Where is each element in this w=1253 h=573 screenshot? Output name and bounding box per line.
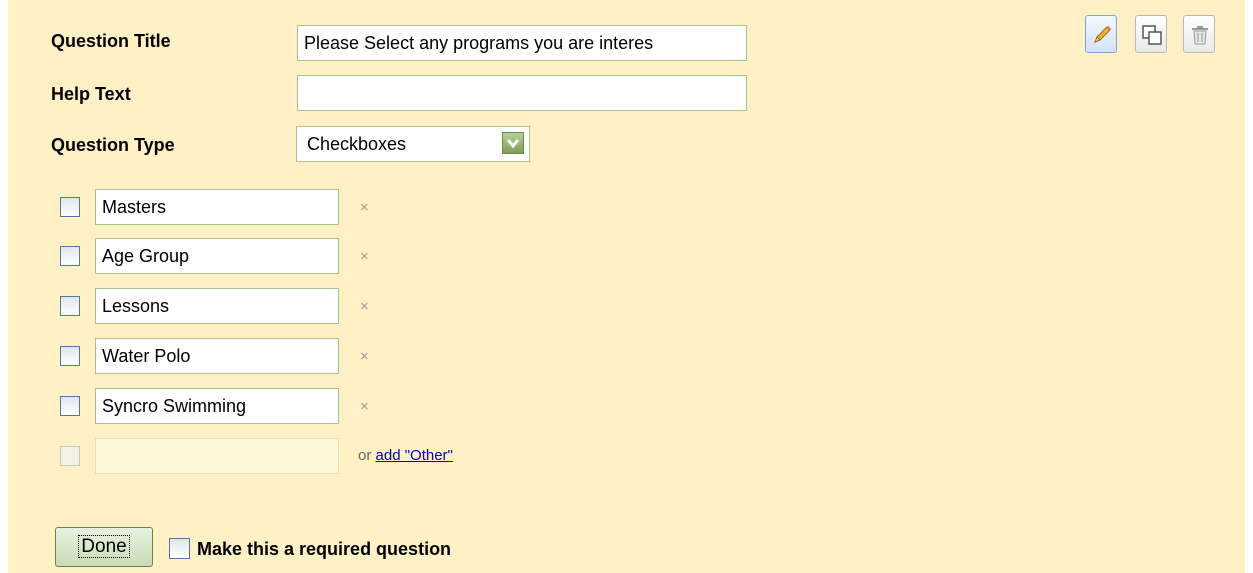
option-checkbox[interactable] [60, 296, 80, 316]
option-checkbox[interactable] [60, 246, 80, 266]
duplicate-button[interactable] [1135, 15, 1167, 53]
option-input[interactable] [95, 288, 339, 324]
required-question-label[interactable]: Make this a required question [197, 539, 451, 560]
delete-button[interactable] [1183, 15, 1215, 53]
help-text-input[interactable] [297, 75, 747, 111]
question-type-label: Question Type [51, 135, 175, 155]
done-button-label: Done [78, 535, 130, 558]
remove-option-icon[interactable]: × [360, 248, 369, 265]
chevron-down-icon[interactable] [502, 132, 524, 154]
or-text: or [358, 447, 372, 464]
add-other-link[interactable]: add "Other" [376, 447, 453, 464]
question-type-select[interactable]: Checkboxes [296, 126, 530, 162]
new-option-checkbox [60, 446, 80, 466]
edit-button[interactable] [1085, 15, 1117, 53]
option-input[interactable] [95, 238, 339, 274]
option-input[interactable] [95, 388, 339, 424]
option-input[interactable] [95, 189, 339, 225]
remove-option-icon[interactable]: × [360, 298, 369, 315]
option-checkbox[interactable] [60, 197, 80, 217]
option-checkbox[interactable] [60, 346, 80, 366]
done-button[interactable]: Done [55, 527, 153, 567]
required-question-checkbox[interactable] [169, 538, 190, 559]
question-title-input[interactable] [297, 25, 747, 61]
remove-option-icon[interactable]: × [360, 199, 369, 216]
option-input[interactable] [95, 338, 339, 374]
remove-option-icon[interactable]: × [360, 398, 369, 415]
question-type-value: Checkboxes [307, 134, 407, 154]
new-option-input[interactable] [95, 438, 339, 474]
help-text-label: Help Text [51, 84, 131, 104]
option-checkbox[interactable] [60, 396, 80, 416]
add-other-text: or add "Other" [358, 447, 453, 464]
remove-option-icon[interactable]: × [360, 348, 369, 365]
question-title-label: Question Title [51, 31, 171, 51]
